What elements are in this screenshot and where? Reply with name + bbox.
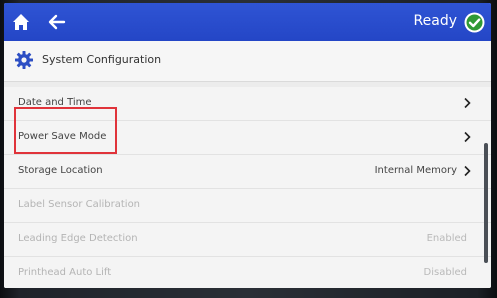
annotation-highlight-box bbox=[14, 107, 117, 154]
menu-item-label: Label Sensor Calibration bbox=[18, 199, 141, 210]
status-label: Ready bbox=[413, 13, 457, 29]
menu-item-value: Internal Memory bbox=[374, 165, 457, 176]
page-title: System Configuration bbox=[42, 53, 162, 66]
chevron-right-icon bbox=[464, 131, 471, 143]
gear-icon bbox=[15, 51, 33, 69]
menu-item-value: Enabled bbox=[426, 233, 467, 244]
check-circle-icon bbox=[464, 12, 485, 33]
menu-item-label: Storage Location bbox=[18, 165, 103, 176]
chevron-right-icon bbox=[464, 165, 471, 177]
menu-item-value: Disabled bbox=[423, 267, 467, 278]
menu-item-storage-location[interactable]: Storage Location Internal Memory bbox=[4, 155, 491, 189]
chevron-right-icon bbox=[464, 97, 471, 109]
menu-item-printhead-auto-lift: Printhead Auto Lift Disabled bbox=[4, 257, 491, 288]
menu-item-leading-edge-detection: Leading Edge Detection Enabled bbox=[4, 223, 491, 257]
menu-item-label: Printhead Auto Lift bbox=[18, 267, 112, 278]
home-icon[interactable] bbox=[10, 11, 32, 33]
menu-item-label: Leading Edge Detection bbox=[18, 233, 138, 244]
scrollbar[interactable] bbox=[484, 143, 488, 263]
menu-item-label-sensor-calibration: Label Sensor Calibration bbox=[4, 189, 491, 223]
back-arrow-icon[interactable] bbox=[46, 11, 68, 33]
section-header: System Configuration bbox=[4, 41, 491, 82]
top-bar: Ready bbox=[4, 3, 491, 41]
